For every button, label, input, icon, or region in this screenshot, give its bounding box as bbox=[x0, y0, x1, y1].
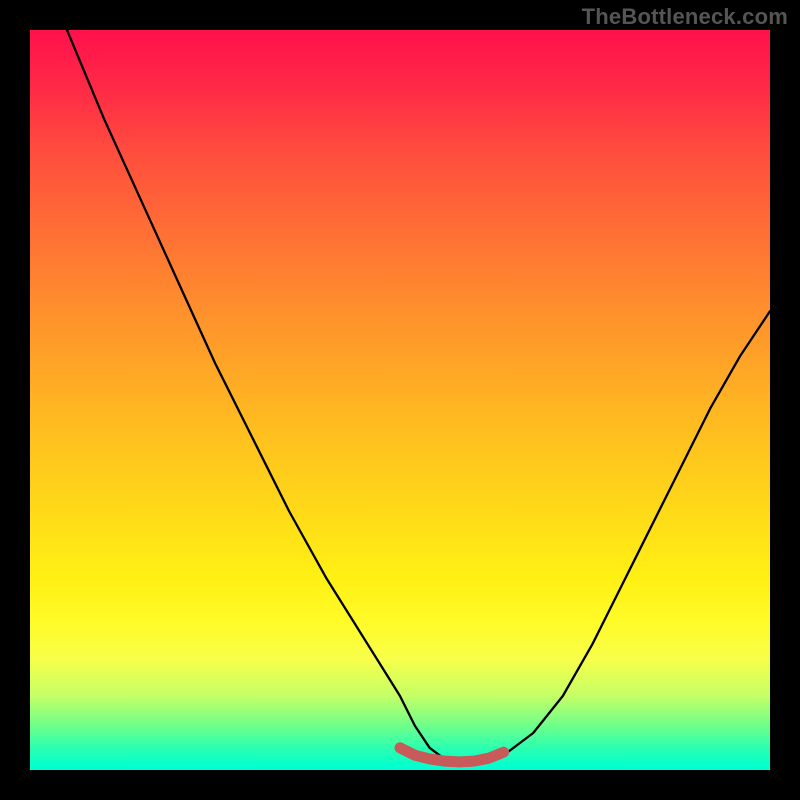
optimal-region-highlight bbox=[400, 748, 504, 762]
chart-svg bbox=[30, 30, 770, 770]
chart-plot-area bbox=[30, 30, 770, 770]
watermark-text: TheBottleneck.com bbox=[582, 4, 788, 30]
bottleneck-curve bbox=[67, 30, 770, 763]
